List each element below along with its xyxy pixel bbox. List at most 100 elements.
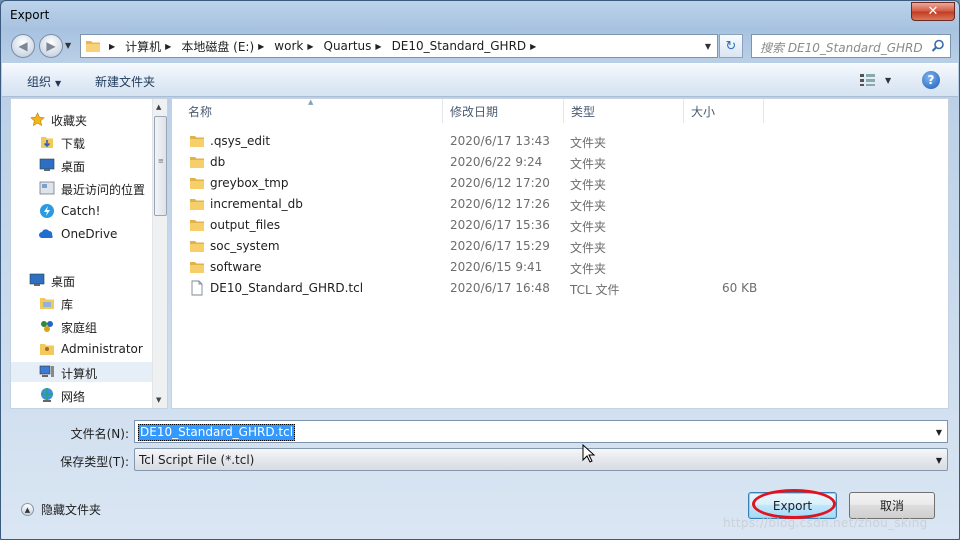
folder-icon bbox=[86, 41, 100, 52]
library-icon bbox=[39, 295, 55, 311]
nav-item-computer[interactable]: 计算机 bbox=[11, 362, 152, 382]
filename-field[interactable]: DE10_Standard_GHRD.tcl ▼ bbox=[134, 420, 948, 443]
folder-icon bbox=[190, 157, 204, 168]
collapse-arrow-icon: ▲ bbox=[21, 503, 34, 516]
chevron-right-icon[interactable]: ▶ bbox=[375, 42, 381, 51]
close-icon: ✕ bbox=[927, 4, 939, 19]
file-icon bbox=[191, 280, 203, 296]
nav-item-homegroup[interactable]: 家庭组 bbox=[11, 316, 152, 336]
download-folder-icon bbox=[39, 134, 55, 150]
column-header-size[interactable]: 大小 bbox=[684, 99, 764, 123]
red-annotation-circle bbox=[752, 489, 836, 519]
folder-icon bbox=[190, 241, 204, 252]
hide-folders-toggle[interactable]: ▲ 隐藏文件夹 bbox=[21, 501, 101, 518]
nav-scrollbar[interactable]: ▲ ≡ ▼ bbox=[152, 99, 167, 408]
user-folder-icon bbox=[39, 341, 55, 357]
folder-icon bbox=[190, 262, 204, 273]
network-icon bbox=[39, 387, 55, 403]
cancel-button[interactable]: 取消 bbox=[849, 492, 935, 519]
nav-item-downloads[interactable]: 下载 bbox=[11, 132, 152, 152]
homegroup-icon bbox=[39, 318, 55, 334]
nav-item-favorites[interactable]: 收藏夹 bbox=[11, 109, 152, 129]
file-row[interactable]: greybox_tmp 2020/6/12 17:20 文件夹 bbox=[182, 173, 782, 194]
filetype-select[interactable]: Tcl Script File (*.tcl) ▼ bbox=[134, 448, 948, 471]
scroll-down-arrow[interactable]: ▼ bbox=[156, 396, 161, 404]
nav-item-libraries[interactable]: 库 bbox=[11, 293, 152, 313]
column-header-date[interactable]: 修改日期 bbox=[443, 99, 564, 123]
scroll-up-arrow[interactable]: ▲ bbox=[156, 103, 161, 111]
search-placeholder: 搜索 DE10_Standard_GHRD bbox=[760, 41, 923, 55]
nav-item-administrator[interactable]: Administrator bbox=[11, 339, 152, 359]
scroll-grip-icon: ≡ bbox=[158, 157, 164, 165]
refresh-icon: ↻ bbox=[725, 38, 737, 54]
refresh-button[interactable]: ↻ bbox=[719, 34, 743, 58]
filetype-value: Tcl Script File (*.tcl) bbox=[139, 453, 255, 467]
file-list[interactable]: ▲ 名称 修改日期 类型 大小 .qsys_edit 2020/6/17 13:4… bbox=[171, 98, 949, 409]
organize-button[interactable]: 组织 ▼ bbox=[27, 73, 61, 90]
file-row[interactable]: db 2020/6/22 9:24 文件夹 bbox=[182, 152, 782, 173]
chevron-right-icon[interactable]: ▶ bbox=[109, 42, 115, 51]
desktop-icon bbox=[29, 272, 45, 288]
column-header-name[interactable]: 名称 bbox=[181, 99, 443, 123]
column-header-type[interactable]: 类型 bbox=[564, 99, 684, 123]
chevron-right-icon[interactable]: ▶ bbox=[307, 42, 313, 51]
file-row[interactable]: DE10_Standard_GHRD.tcl 2020/6/17 16:48 TCL… bbox=[182, 278, 782, 299]
dropdown-arrow-icon: ▼ bbox=[55, 79, 62, 88]
address-bar[interactable]: ▶ 计算机 ▶ 本地磁盘 (E:) ▶ work ▶ Quartus ▶ DE10_St… bbox=[80, 34, 718, 58]
desktop-icon bbox=[39, 157, 55, 173]
file-row[interactable]: soc_system 2020/6/17 15:29 文件夹 bbox=[182, 236, 782, 257]
address-dropdown-button[interactable]: ▼ bbox=[705, 42, 711, 51]
title-bar[interactable]: Export ✕ bbox=[1, 1, 959, 31]
nav-item-desktop[interactable]: 桌面 bbox=[11, 155, 152, 175]
forward-button[interactable]: ▶ bbox=[39, 34, 63, 58]
command-toolbar: 组织 ▼ 新建文件夹 ▼ ? bbox=[2, 63, 958, 97]
file-row[interactable]: output_files 2020/6/17 15:36 文件夹 bbox=[182, 215, 782, 236]
breadcrumb-item-computer[interactable]: 计算机 ▶ bbox=[123, 38, 179, 55]
chevron-right-icon[interactable]: ▶ bbox=[258, 42, 264, 51]
breadcrumb-item-drive-e[interactable]: 本地磁盘 (E:) ▶ bbox=[179, 38, 272, 55]
nav-item-desktop-root[interactable]: 桌面 bbox=[11, 270, 152, 290]
filename-dropdown-button[interactable]: ▼ bbox=[936, 428, 942, 437]
filetype-dropdown-button[interactable]: ▼ bbox=[936, 456, 942, 465]
navigation-pane[interactable]: 收藏夹 下载 桌面 最近访问的位置 Catch! OneDrive 桌面 库 家… bbox=[10, 98, 168, 409]
chevron-right-icon[interactable]: ▶ bbox=[530, 42, 536, 51]
back-button[interactable]: ◀ bbox=[11, 34, 35, 58]
window-title: Export bbox=[10, 8, 50, 22]
recent-locations-dropdown[interactable]: ▼ bbox=[65, 41, 71, 50]
new-folder-button[interactable]: 新建文件夹 bbox=[95, 73, 155, 90]
onedrive-icon bbox=[39, 226, 55, 242]
help-icon[interactable]: ? bbox=[922, 71, 940, 89]
close-button[interactable]: ✕ bbox=[911, 2, 955, 21]
computer-icon bbox=[39, 364, 55, 380]
filetype-label: 保存类型(T): bbox=[60, 455, 129, 469]
filename-value: DE10_Standard_GHRD.tcl bbox=[138, 424, 296, 441]
star-icon bbox=[29, 111, 45, 127]
forward-arrow-icon: ▶ bbox=[46, 39, 56, 53]
scroll-thumb[interactable]: ≡ bbox=[154, 116, 167, 216]
breadcrumb-item-quartus[interactable]: Quartus ▶ bbox=[322, 39, 390, 53]
mouse-cursor-icon bbox=[582, 444, 596, 463]
nav-item-onedrive[interactable]: OneDrive bbox=[11, 224, 152, 244]
chevron-right-icon[interactable]: ▶ bbox=[165, 42, 171, 51]
breadcrumb-item-de10[interactable]: DE10_Standard_GHRD ▶ bbox=[390, 39, 545, 53]
view-options-icon[interactable] bbox=[860, 74, 878, 86]
file-row[interactable]: .qsys_edit 2020/6/17 13:43 文件夹 bbox=[182, 131, 782, 152]
file-row[interactable]: software 2020/6/15 9:41 文件夹 bbox=[182, 257, 782, 278]
folder-icon bbox=[190, 199, 204, 210]
recent-places-icon bbox=[39, 180, 55, 196]
nav-item-recent-places[interactable]: 最近访问的位置 bbox=[11, 178, 152, 198]
nav-item-network[interactable]: 网络 bbox=[11, 385, 152, 405]
folder-icon bbox=[190, 136, 204, 147]
export-dialog: Export ✕ ◀ ▶ ▼ ▶ 计算机 ▶ 本地磁盘 (E:) ▶ work ▶ Q… bbox=[0, 0, 960, 540]
search-input[interactable]: 搜索 DE10_Standard_GHRD bbox=[751, 34, 951, 58]
folder-icon bbox=[190, 178, 204, 189]
breadcrumb: ▶ 计算机 ▶ 本地磁盘 (E:) ▶ work ▶ Quartus ▶ DE10_St… bbox=[103, 35, 544, 57]
breadcrumb-item-work[interactable]: work ▶ bbox=[272, 39, 321, 53]
nav-item-catch[interactable]: Catch! bbox=[11, 201, 152, 221]
watermark: https://blog.csdn.net/zhou_sking bbox=[723, 516, 928, 530]
catch-icon bbox=[39, 203, 55, 219]
search-icon[interactable] bbox=[931, 39, 945, 53]
view-dropdown-arrow[interactable]: ▼ bbox=[885, 76, 891, 85]
folder-icon bbox=[190, 220, 204, 231]
file-row[interactable]: incremental_db 2020/6/12 17:26 文件夹 bbox=[182, 194, 782, 215]
